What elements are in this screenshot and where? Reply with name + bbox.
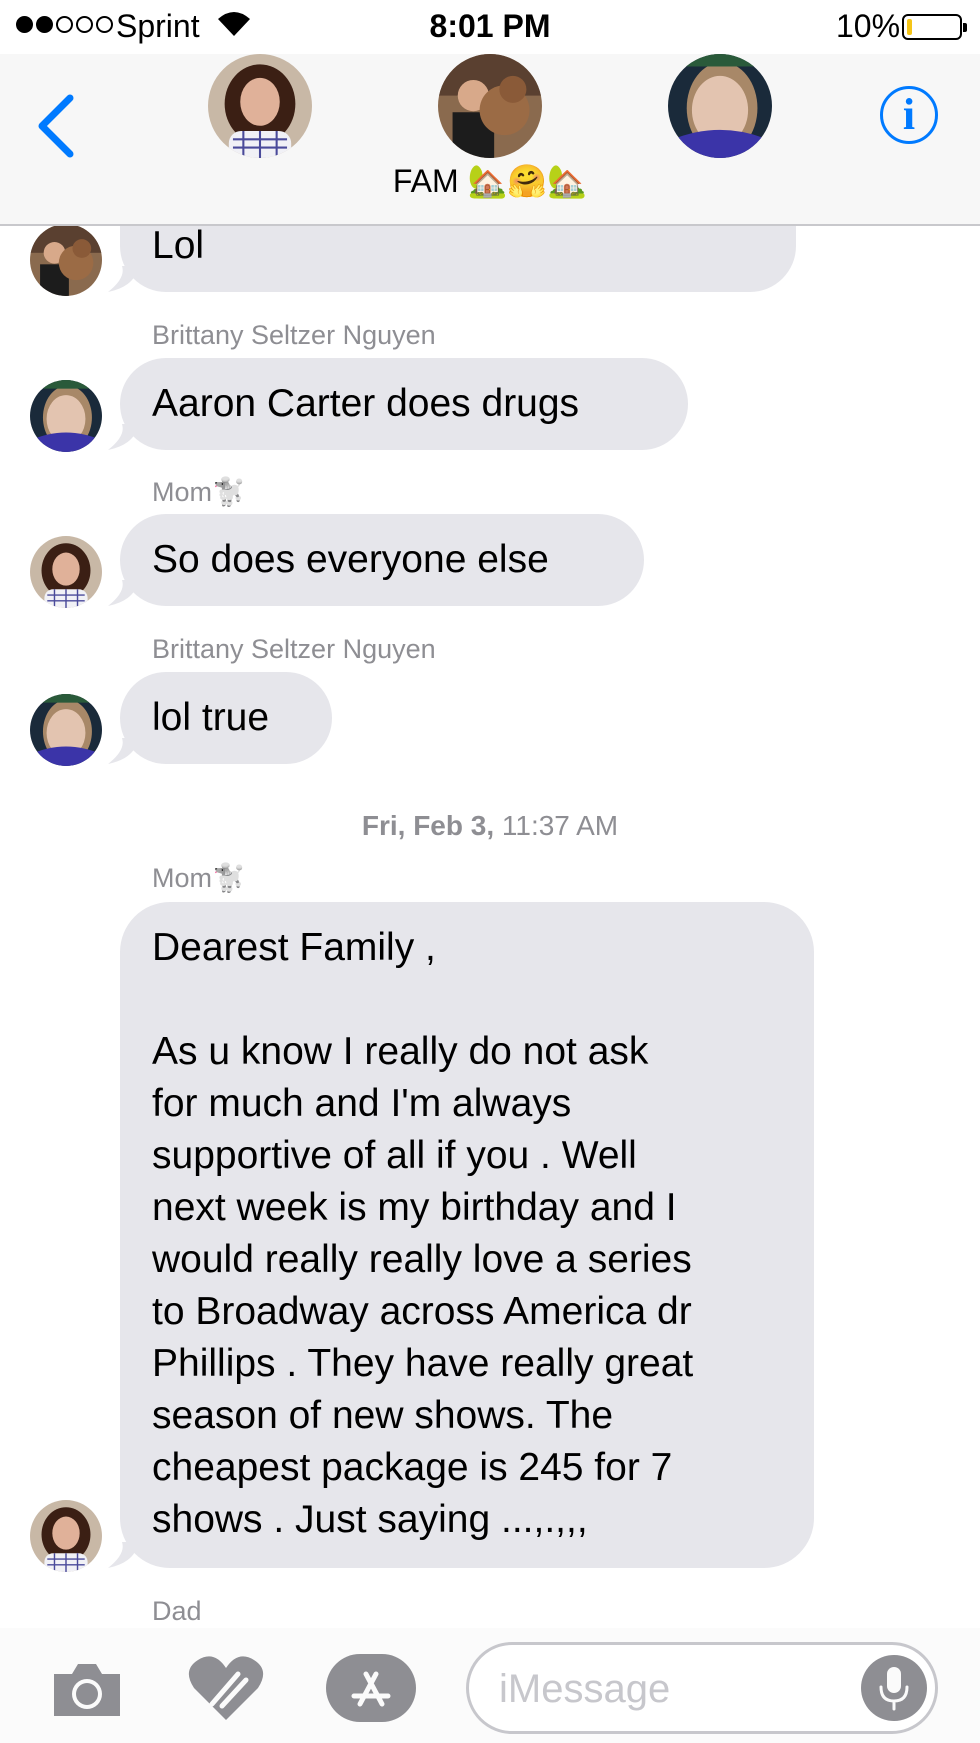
microphone-icon[interactable] [861,1655,927,1721]
bubble-tail [108,266,138,292]
dad-avatar[interactable] [30,224,102,296]
message-bubble[interactable]: So does everyone else [120,514,644,606]
brittany-avatar[interactable] [668,54,772,158]
bubble-tail [108,1542,138,1568]
message-line: season of new shows. The [152,1394,614,1437]
status-bar: Sprint 8:01 PM 10% [0,0,980,54]
brittany-avatar[interactable] [30,380,102,452]
timestamp: Fri, Feb 3, 11:37 AM [0,810,980,842]
timestamp-day: Fri, Feb 3, [361,810,495,841]
battery-nub [963,23,967,32]
message-line: next week is my birthday and I [152,1186,677,1229]
back-chevron-icon[interactable] [30,84,78,168]
battery-fill [907,19,912,35]
info-icon[interactable]: i [880,86,938,144]
dad-avatar[interactable] [438,54,542,158]
brittany-avatar[interactable] [30,694,102,766]
timestamp-time: 11:37 AM [501,810,619,841]
message-line: supportive of all if you . Well [152,1134,637,1177]
camera-icon[interactable] [50,1658,124,1720]
clock: 8:01 PM [429,8,551,44]
message-bubble[interactable]: Aaron Carter does drugs [120,358,688,450]
mom-avatar[interactable] [208,54,312,158]
message-line: cheapest package is 245 for 7 [152,1446,673,1489]
header-edge [0,200,980,226]
message-input[interactable] [499,1663,859,1715]
imessage-field[interactable] [466,1642,938,1734]
digital-touch-icon[interactable] [186,1652,266,1724]
bubble-tail [108,580,138,606]
group-name[interactable]: FAM 🏡🤗🏡 [0,162,980,200]
battery-percent: 10% [836,8,901,44]
sender-name: Mom🐩 [152,863,246,893]
bubble-tail [108,738,138,764]
message-bubble[interactable]: Dearest Family , As u know I really do n… [120,902,814,1568]
battery-icon [902,14,967,40]
message-line: As u know I really do not ask [152,1030,649,1073]
mom-avatar[interactable] [30,536,102,608]
app-store-icon[interactable] [326,1654,416,1722]
message-line: would really really love a series [152,1238,692,1281]
sender-name: Brittany Seltzer Nguyen [152,634,436,664]
message-text: So does everyone else [152,538,549,581]
bubble-tail [108,424,138,450]
message-text: lol true [152,696,270,739]
mom-avatar[interactable] [30,1500,102,1572]
message-text: Lol [152,224,205,267]
message-bubble[interactable]: lol true [120,672,332,764]
message-text: Aaron Carter does drugs [152,382,580,425]
sender-name: Mom🐩 [152,477,246,507]
message-line: shows . Just saying ...,.,,, [152,1498,588,1541]
message-line: for much and I'm always [152,1082,572,1125]
sender-name: Brittany Seltzer Nguyen [152,320,436,350]
message-line: Phillips . They have really great [152,1342,694,1385]
compose-bar [0,1628,980,1743]
sender-name: Dad [152,1596,202,1626]
message-line: to Broadway across America dr [152,1290,692,1333]
message-greeting: Dearest Family , [152,926,436,969]
